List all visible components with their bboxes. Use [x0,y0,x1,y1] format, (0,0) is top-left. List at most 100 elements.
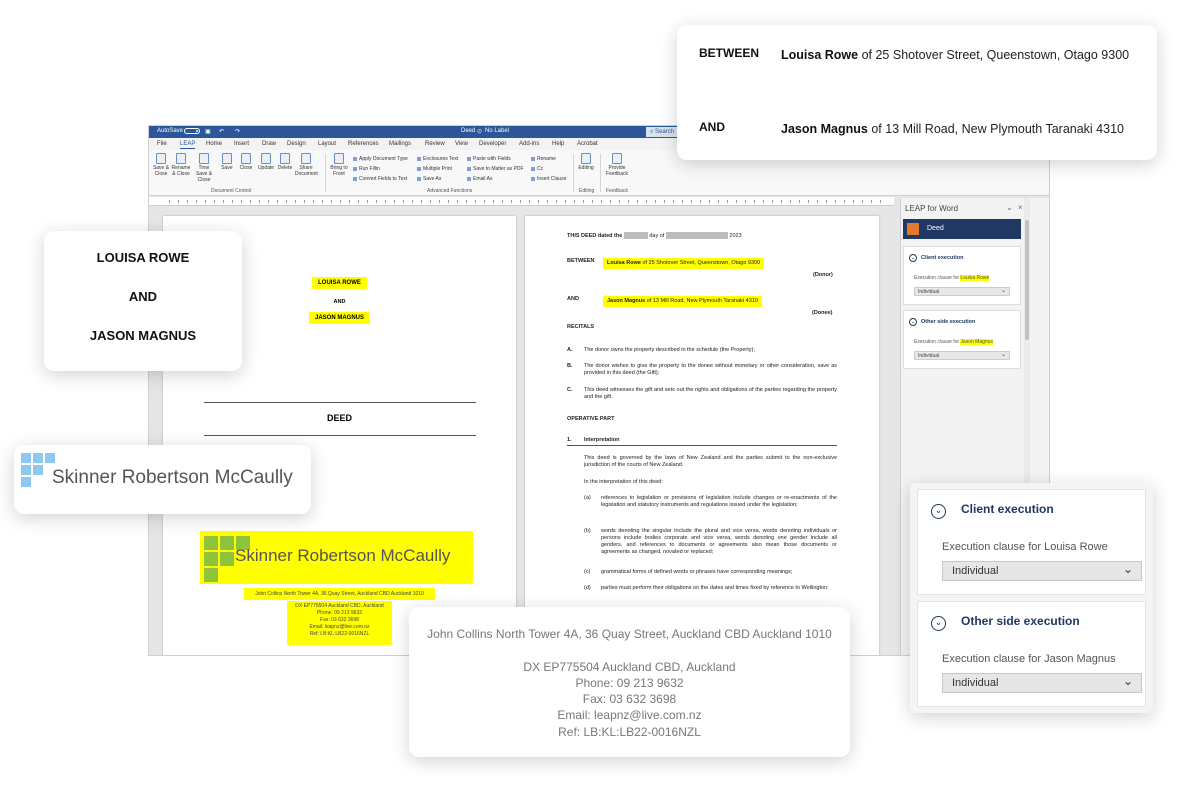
insert-clause-button[interactable]: Insert Clause [531,176,566,182]
ruler-tick [772,200,773,203]
autosave-toggle[interactable] [182,128,200,135]
share-icon [301,153,311,164]
ruler-tick [349,200,350,203]
date-field[interactable] [623,232,648,239]
ruler-tick [709,200,710,203]
client-execution-label: Execution clause for Louisa Rowe [942,541,1108,553]
tab-insert[interactable]: Insert [234,141,249,147]
pane-options-icon[interactable]: ⌄ [1006,203,1013,212]
pane-other-select[interactable]: Individual [914,351,1010,360]
deed-donee-line: Jason Magnus of 13 Mill Road, New Plymou… [603,296,762,307]
save-as-button[interactable]: Save As [417,176,441,182]
cover-contact-line: Fax: 03 632 3698 [320,617,359,623]
tab-layout[interactable]: Layout [318,141,336,147]
editing-button[interactable]: Editing [575,153,597,171]
pane-other-name: Jason Magnus [960,339,993,345]
ruler-tick [169,200,170,203]
ruler-tick [403,200,404,203]
tab-leap[interactable]: LEAP [180,141,196,149]
ruler-tick [583,200,584,203]
pane-close-icon[interactable]: × [1018,203,1023,212]
tab-view[interactable]: View [455,141,468,147]
close-doc-icon [241,153,251,164]
provide-feedback-button[interactable]: Provide Feedback [603,153,631,177]
ruler-tick [484,200,485,203]
redo-icon[interactable]: ↷ [235,128,240,135]
ruler-tick [277,200,278,203]
rename-close-button[interactable]: Rename & Close [170,153,192,177]
tab-developer[interactable]: Developer [479,141,506,147]
apply-document-type-button[interactable]: Apply Document Type [353,156,408,162]
multiple-print-button[interactable]: Multiple Print [417,166,452,172]
party1-name: LOUISA ROWE [96,250,190,265]
tab-draw[interactable]: Draw [262,141,276,147]
logo-square [220,536,234,550]
bring-front-icon [334,153,344,164]
save-matter-pdf-button[interactable]: Save to Matter as PDF [467,166,524,172]
undo-icon[interactable]: ↶ [219,128,224,135]
pane-client-execution: ⌄ Client execution Execution clause for … [903,246,1021,305]
cc-button[interactable]: Cc [531,166,543,172]
paste-with-fields-button[interactable]: Paste with Fields [467,156,511,162]
tab-addins[interactable]: Add-ins [519,141,539,147]
pane-client-select[interactable]: Individual [914,287,1010,296]
other-execution-select[interactable]: Individual [942,672,1142,693]
bring-to-front-button[interactable]: Bring to Front [328,153,350,177]
tab-mailings[interactable]: Mailings [389,141,411,147]
ruler-tick [853,200,854,203]
save-doc-icon [222,153,232,164]
party-and: AND [128,289,158,304]
search-text: Search [655,129,675,135]
chevron-down-icon[interactable]: ⌄ [931,616,946,631]
between-name: Louisa Rowe [781,48,859,62]
other-execution-label: Execution clause for Jason Magnus [942,653,1116,665]
ruler-tick [205,200,206,203]
firm-logo-text: Skinner Robertson McCaully [52,467,293,488]
tab-file[interactable]: File [157,141,167,147]
tab-home[interactable]: Home [206,141,222,147]
chevron-down-icon[interactable]: ⌄ [931,504,946,519]
clause-text: words denoting the singular include the … [601,528,837,555]
tab-review[interactable]: Review [425,141,445,147]
close-button[interactable]: Close [235,153,257,171]
tab-help[interactable]: Help [552,141,564,147]
ruler-tick [385,200,386,203]
client-execution-title: Client execution [961,502,1054,516]
ruler-tick [826,200,827,203]
chevron-icon[interactable]: ⌄ [909,318,917,326]
month-field[interactable] [665,232,728,239]
save-icon[interactable]: ▣ [205,128,211,135]
chevron-icon[interactable]: ⌄ [909,254,917,262]
time-save-close-button[interactable]: Time Save & Close [193,153,215,183]
editing-label: Editing [578,165,594,171]
tab-references[interactable]: References [348,141,379,147]
ruler-tick [475,200,476,203]
ruler-tick [682,200,683,203]
and-party: Jason Magnus of 13 Mill Road, New Plymou… [781,122,1124,136]
delete-button[interactable]: Delete [274,153,296,171]
pane-other-title: Other side execution [921,319,976,325]
ruler-tick [394,200,395,203]
client-execution-select[interactable]: Individual [942,560,1142,581]
tab-design[interactable]: Design [287,141,306,147]
divider [204,402,476,403]
rename-button[interactable]: Rename [531,156,556,162]
convert-fields-button[interactable]: Convert Fields to Text [353,176,407,182]
sensitivity-label[interactable]: No Label [485,128,509,134]
save-close-button[interactable]: Save & Close [150,153,172,177]
run-fillin-button[interactable]: Run Fillin [353,166,380,172]
address-card: John Collins North Tower 4A, 36 Quay Str… [409,607,850,757]
feedback-label: Provide Feedback [606,165,628,177]
share-document-button[interactable]: Share Document [295,153,318,177]
enclosures-text-button[interactable]: Enclosures Text [417,156,458,162]
tab-acrobat[interactable]: Acrobat [577,141,598,147]
cover-and-text: AND [333,299,346,305]
email-as-button[interactable]: Email As [467,176,492,182]
fax-line: Fax: 03 632 3698 [582,692,677,706]
dx-line: DX EP775504 Auckland CBD, Auckland [523,660,736,674]
section-number: 1. [567,437,572,443]
deed-donee-role: (Donee) [812,310,833,316]
pane-title: LEAP for Word [905,204,959,213]
close-label: Close [239,165,253,171]
ruler-tick [538,200,539,203]
